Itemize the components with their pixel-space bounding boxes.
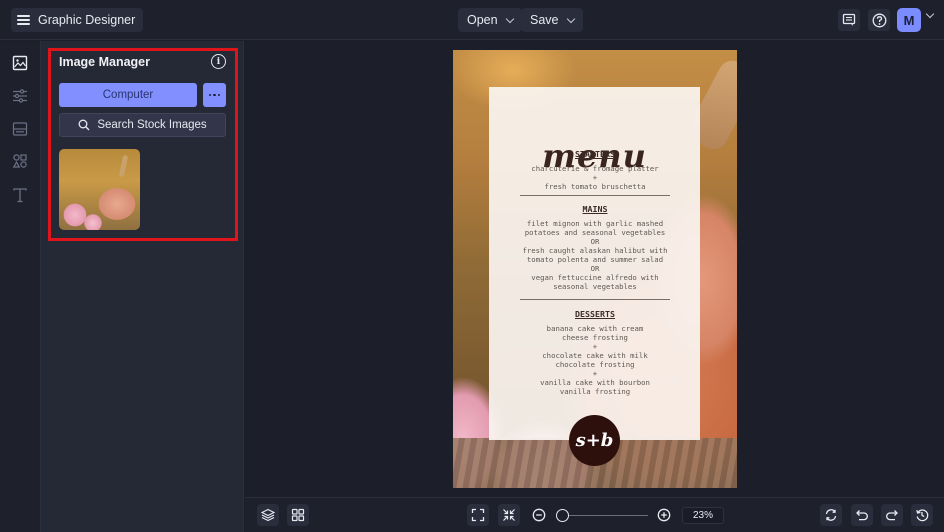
more-options-button[interactable] xyxy=(203,83,226,107)
replace-button[interactable] xyxy=(820,504,842,526)
undo-button[interactable] xyxy=(851,504,873,526)
zoom-out-button[interactable] xyxy=(528,504,550,526)
search-stock-label: Search Stock Images xyxy=(97,119,207,131)
app-menu-button[interactable]: Graphic Designer xyxy=(11,8,144,32)
shapes-icon xyxy=(12,154,27,168)
redo-icon xyxy=(886,510,898,521)
menu-item-line: cheese frosting xyxy=(562,333,628,342)
menu-item-line: tomato polenta and summer salad xyxy=(526,255,664,264)
chevron-down-icon xyxy=(505,14,514,23)
info-icon[interactable]: i xyxy=(211,54,226,69)
menu-section-heading: MAINS xyxy=(582,204,608,214)
menu-item-line: potatoes and seasonal vegetables xyxy=(524,228,666,237)
feedback-button[interactable] xyxy=(838,9,860,31)
search-icon xyxy=(78,119,90,131)
redo-button[interactable] xyxy=(881,504,903,526)
collapse-icon xyxy=(503,509,515,521)
brand-logo[interactable]: s+b xyxy=(569,415,620,466)
history-button[interactable] xyxy=(911,504,933,526)
more-dot xyxy=(213,93,216,97)
chevron-down-icon xyxy=(566,14,575,23)
refresh-icon xyxy=(825,509,837,521)
menu-item-line: chocolate cake with milk xyxy=(542,351,648,360)
help-icon xyxy=(872,13,886,27)
rail-item-adjustments[interactable] xyxy=(11,87,29,105)
search-stock-images-button[interactable]: Search Stock Images xyxy=(59,113,226,137)
menu-item-line: fresh caught alaskan halibut with xyxy=(522,246,668,255)
upload-from-computer-button[interactable]: Computer xyxy=(59,83,197,107)
menu-item-line: charcuterie & fromage platter xyxy=(531,164,659,173)
help-button[interactable] xyxy=(868,9,890,31)
rail-item-images[interactable] xyxy=(11,54,29,72)
menu-icon xyxy=(17,15,30,25)
menu-item-line: vanilla frosting xyxy=(559,387,631,396)
layers-icon xyxy=(261,508,275,522)
menu-item-line: seasonal vegetables xyxy=(553,282,637,291)
save-dropdown[interactable]: Save xyxy=(521,8,583,32)
menu-item-line: chocolate frosting xyxy=(555,360,635,369)
menu-section-heading: STARTERS xyxy=(575,149,615,159)
menu-item-line: OR xyxy=(590,264,600,273)
tool-rail xyxy=(0,41,41,532)
image-thumbnail[interactable] xyxy=(59,149,140,230)
menu-item-line: vegan fettuccine alfredo with xyxy=(531,273,659,282)
menu-item-line: fresh tomato bruschetta xyxy=(544,182,646,191)
menu-divider xyxy=(520,299,670,300)
thumbnail-pumpkin-stem xyxy=(118,154,129,178)
open-label: Open xyxy=(467,13,498,27)
save-label: Save xyxy=(530,13,559,27)
zoom-percentage[interactable]: 23% xyxy=(682,507,724,524)
menu-item-line: + xyxy=(592,173,598,182)
sliders-icon xyxy=(13,89,27,103)
more-dot xyxy=(217,93,221,97)
more-dot xyxy=(208,93,212,97)
zoom-in-button[interactable] xyxy=(653,504,675,526)
expand-icon xyxy=(471,508,485,522)
undo-icon xyxy=(856,510,868,521)
rail-item-text[interactable] xyxy=(11,186,29,204)
open-dropdown[interactable]: Open xyxy=(458,8,522,32)
grid-button[interactable] xyxy=(287,504,309,526)
zoom-slider-track[interactable] xyxy=(562,515,648,517)
image-icon xyxy=(12,55,28,71)
menu-item-line: + xyxy=(592,369,598,378)
history-icon xyxy=(916,509,929,522)
feedback-icon xyxy=(842,13,856,26)
user-avatar[interactable]: M xyxy=(897,8,921,32)
menu-item-line: filet mignon with garlic mashed xyxy=(526,219,664,228)
layers-button[interactable] xyxy=(257,504,279,526)
menu-item-line: + xyxy=(592,342,598,351)
rail-item-layouts[interactable] xyxy=(11,120,29,138)
fit-to-screen-button[interactable] xyxy=(467,504,489,526)
shrink-button[interactable] xyxy=(498,504,520,526)
menu-section-heading: DESSERTS xyxy=(575,309,615,319)
menu-item-line: banana cake with cream xyxy=(546,324,644,333)
rail-item-graphics[interactable] xyxy=(11,152,29,170)
menu-item-line: vanilla cake with bourbon xyxy=(540,378,650,387)
zoom-in-icon xyxy=(657,508,671,522)
panel-title: Image Manager xyxy=(59,55,151,69)
zoom-slider-thumb[interactable] xyxy=(556,509,569,522)
menu-divider xyxy=(520,195,670,196)
text-icon xyxy=(13,188,27,203)
zoom-out-icon xyxy=(532,508,546,522)
grid-icon xyxy=(291,508,305,522)
menu-item-line: OR xyxy=(590,237,600,246)
app-title: Graphic Designer xyxy=(38,13,136,27)
layout-icon xyxy=(12,122,28,136)
